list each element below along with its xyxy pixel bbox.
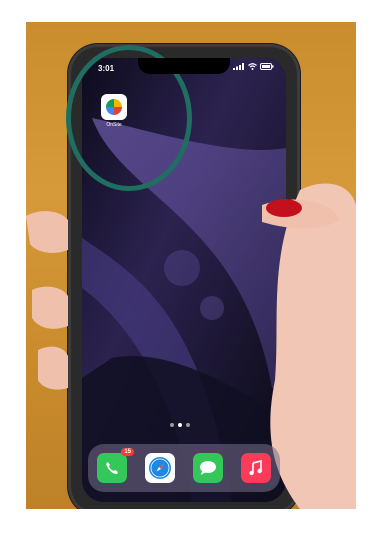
page-dot (170, 423, 174, 427)
battery-icon (260, 63, 274, 70)
signal-icon (233, 63, 244, 70)
wifi-icon (248, 63, 257, 70)
page-dot-active (178, 423, 182, 427)
notch (138, 58, 230, 74)
onsite-app[interactable]: OnSite (100, 94, 128, 128)
messages-icon (200, 461, 216, 475)
status-time: 3:01 (98, 64, 115, 73)
app-label: OnSite (106, 122, 122, 128)
page-dot (186, 423, 190, 427)
phone-app[interactable]: 15 (97, 448, 134, 483)
status-icons (233, 63, 274, 70)
phone-icon (106, 462, 118, 474)
messages-app[interactable] (193, 453, 223, 483)
photo: 3:01 OnSite 15 (26, 22, 356, 509)
music-icon (249, 460, 262, 476)
page-indicator (170, 423, 190, 427)
color-wheel-app-icon (101, 94, 127, 120)
music-app[interactable] (241, 453, 271, 483)
notification-badge: 15 (121, 448, 134, 456)
safari-icon (149, 457, 171, 479)
dock: 15 (88, 444, 280, 492)
safari-app[interactable] (145, 453, 175, 483)
